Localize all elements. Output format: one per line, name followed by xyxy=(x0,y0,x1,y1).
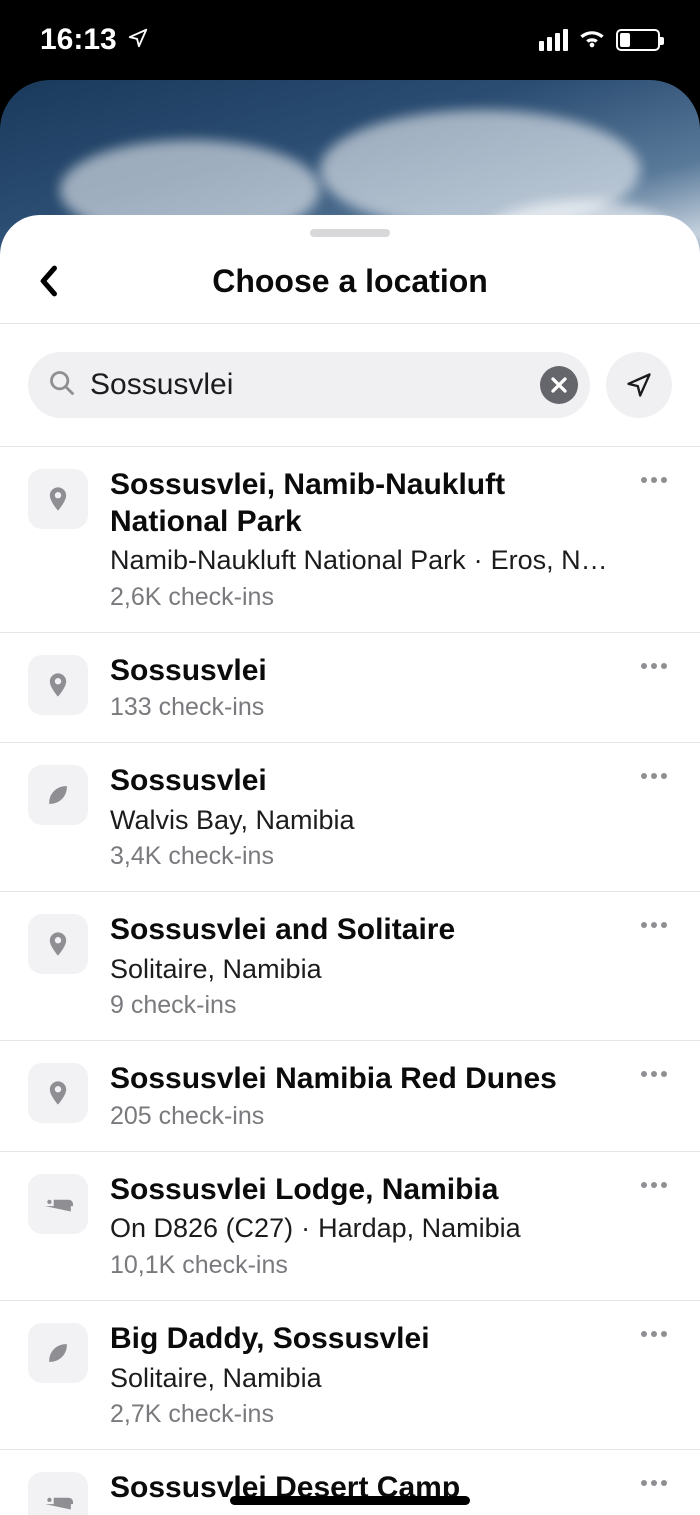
current-location-button[interactable] xyxy=(606,352,672,418)
search-icon xyxy=(48,369,76,402)
location-result[interactable]: Sossusvlei Desert Camp96 check-ins xyxy=(0,1450,700,1515)
result-title: Sossusvlei, Namib-Naukluft National Park xyxy=(110,467,614,540)
location-services-icon xyxy=(127,23,149,57)
pin-icon xyxy=(28,469,88,529)
cell-signal-icon xyxy=(539,29,568,51)
leaf-icon xyxy=(28,765,88,825)
result-subtitle: Solitaire, Namibia xyxy=(110,951,614,987)
location-result[interactable]: Sossusvlei and SolitaireSolitaire, Namib… xyxy=(0,892,700,1041)
location-result[interactable]: SossusvleiWalvis Bay, Namibia 3,4K check-… xyxy=(0,743,700,892)
result-subtitle: Namib-Naukluft National Park·Eros, Nam… xyxy=(110,542,614,578)
results-list: Sossusvlei, Namib-Naukluft National Park… xyxy=(0,446,700,1515)
result-checkins: 10,1K check-ins xyxy=(110,1251,614,1280)
location-result[interactable]: Sossusvlei Namibia Red Dunes 205 check-in… xyxy=(0,1041,700,1152)
more-button[interactable] xyxy=(636,653,672,669)
pin-icon xyxy=(28,914,88,974)
more-button[interactable] xyxy=(636,467,672,483)
result-checkins: 3,4K check-ins xyxy=(110,842,614,871)
result-checkins: 9 check-ins xyxy=(110,991,614,1020)
more-button[interactable] xyxy=(636,1470,672,1486)
bed-icon xyxy=(28,1174,88,1234)
pin-icon xyxy=(28,655,88,715)
result-subtitle: Walvis Bay, Namibia xyxy=(110,802,614,838)
sheet-grabber[interactable] xyxy=(310,229,390,237)
result-title: Sossusvlei Namibia Red Dunes xyxy=(110,1061,614,1098)
search-input[interactable] xyxy=(90,368,526,402)
result-title: Sossusvlei and Solitaire xyxy=(110,912,614,949)
result-checkins: 205 check-ins xyxy=(110,1102,614,1131)
more-button[interactable] xyxy=(636,1172,672,1188)
battery-icon xyxy=(616,29,660,51)
location-result[interactable]: Sossusvlei, Namib-Naukluft National Park… xyxy=(0,447,700,633)
location-result[interactable]: Big Daddy, SossusvleiSolitaire, Namibia 2… xyxy=(0,1301,700,1450)
sheet-title: Choose a location xyxy=(0,263,700,300)
result-checkins: 133 check-ins xyxy=(110,693,614,722)
pin-icon xyxy=(28,1063,88,1123)
result-title: Sossusvlei Lodge, Namibia xyxy=(110,1172,614,1209)
back-button[interactable] xyxy=(28,261,68,301)
location-sheet: Choose a location Sossusvlei, Namib-Nauk… xyxy=(0,215,700,1515)
result-title: Sossusvlei xyxy=(110,653,614,690)
home-indicator[interactable] xyxy=(230,1496,470,1505)
result-title: Big Daddy, Sossusvlei xyxy=(110,1321,614,1358)
status-bar: 16:13 xyxy=(0,0,700,80)
search-box[interactable] xyxy=(28,352,590,418)
status-time: 16:13 xyxy=(40,23,117,57)
location-result[interactable]: Sossusvlei 133 check-ins xyxy=(0,633,700,744)
clear-search-button[interactable] xyxy=(540,366,578,404)
more-button[interactable] xyxy=(636,1321,672,1337)
result-title: Sossusvlei xyxy=(110,763,614,800)
result-checkins: 96 check-ins xyxy=(110,1511,614,1515)
more-button[interactable] xyxy=(636,763,672,779)
wifi-icon xyxy=(578,27,606,54)
result-checkins: 2,6K check-ins xyxy=(110,583,614,612)
more-button[interactable] xyxy=(636,1061,672,1077)
result-subtitle: Solitaire, Namibia xyxy=(110,1360,614,1396)
location-result[interactable]: Sossusvlei Lodge, NamibiaOn D826 (C27)·H… xyxy=(0,1152,700,1301)
leaf-icon xyxy=(28,1323,88,1383)
result-subtitle: On D826 (C27)·Hardap, Namibia xyxy=(110,1210,614,1246)
more-button[interactable] xyxy=(636,912,672,928)
bed-icon xyxy=(28,1472,88,1515)
result-checkins: 2,7K check-ins xyxy=(110,1400,614,1429)
